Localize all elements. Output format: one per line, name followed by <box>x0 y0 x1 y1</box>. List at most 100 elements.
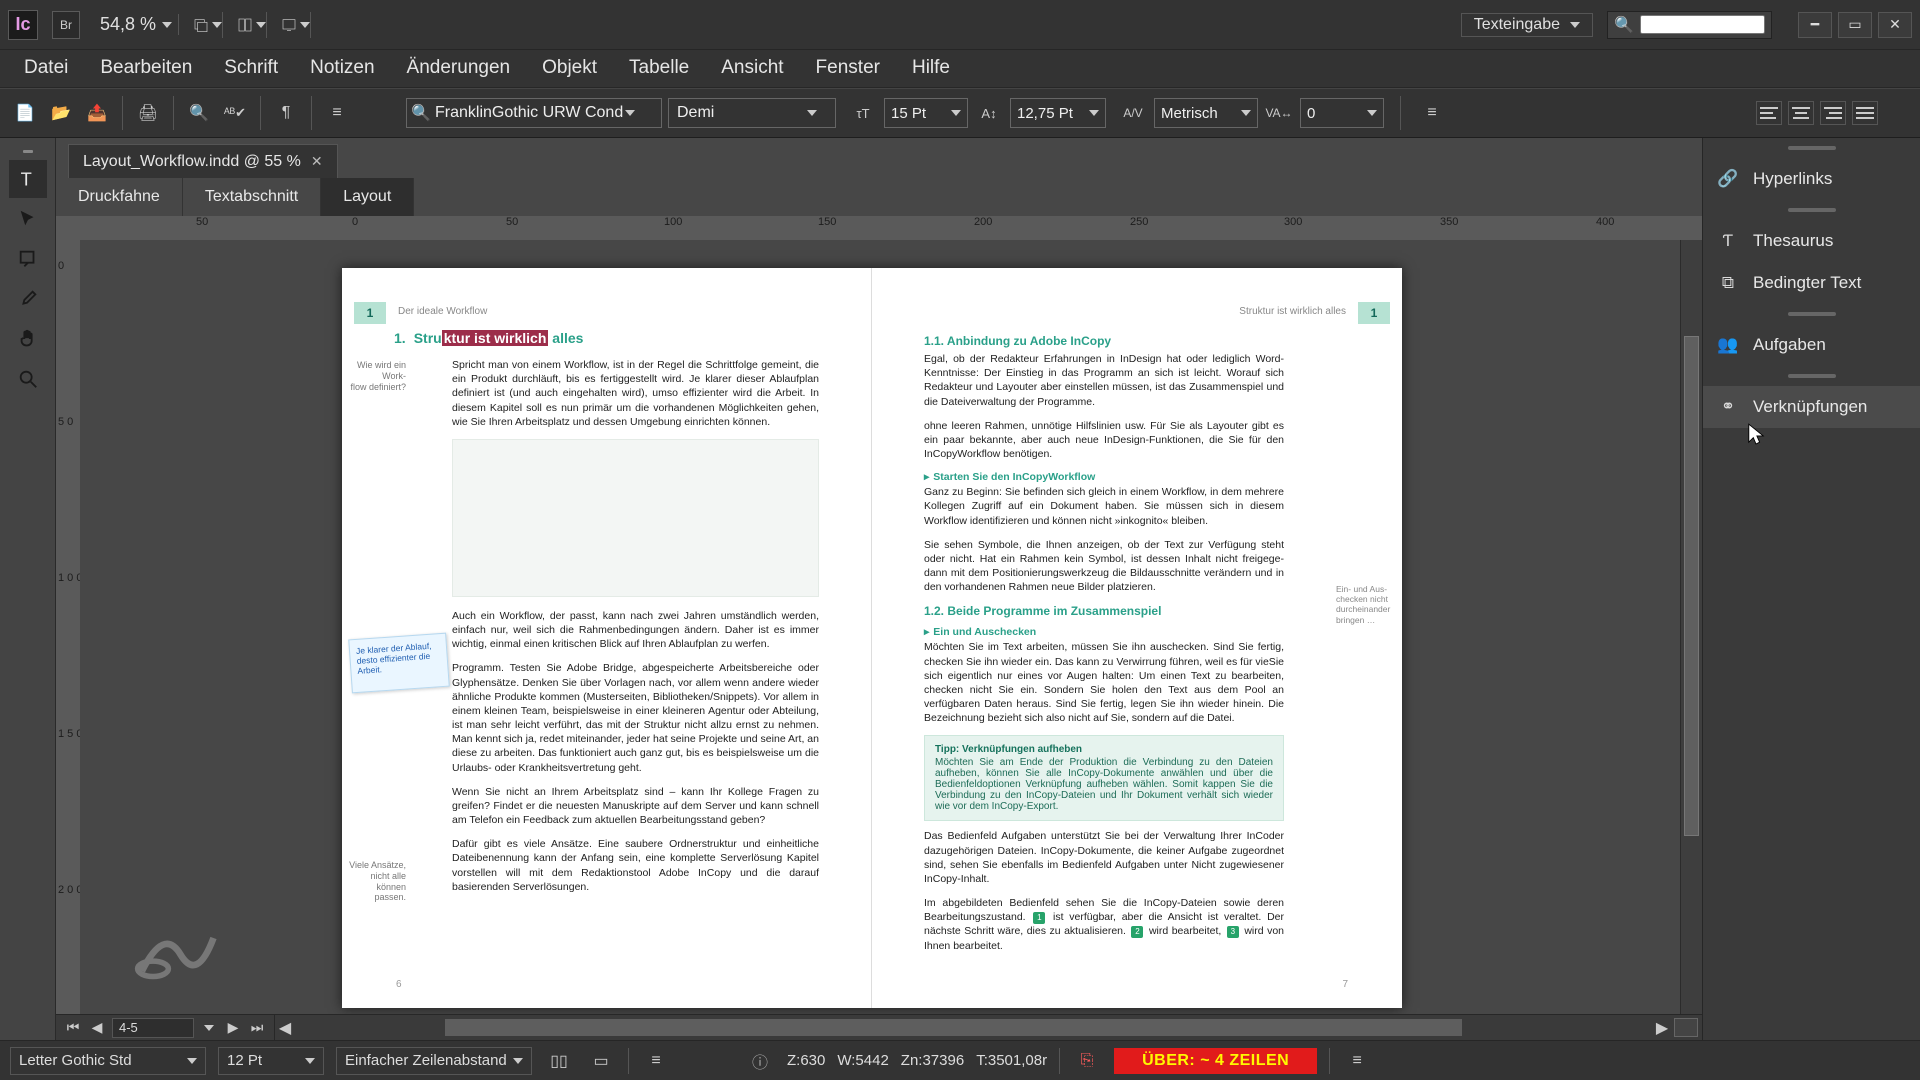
menu-tabelle[interactable]: Tabelle <box>613 49 705 87</box>
scrollbar-thumb[interactable] <box>445 1019 1462 1036</box>
body-paragraph[interactable]: Spricht man von einem Workflow, ist in d… <box>452 358 819 429</box>
status-menu-button[interactable]: ≡ <box>641 1046 671 1076</box>
panel-bedingter-text[interactable]: ⧉ Bedingter Text <box>1703 262 1920 304</box>
panel-thesaurus[interactable]: Ƭ Thesaurus <box>1703 220 1920 262</box>
menu-ansicht[interactable]: Ansicht <box>705 49 799 87</box>
panel-aufgaben[interactable]: 👥 Aufgaben <box>1703 324 1920 366</box>
spellcheck-button[interactable]: ᴬᴮ✔ <box>220 98 250 128</box>
columns-icon[interactable]: ▯▯ <box>544 1046 574 1076</box>
status-font-select[interactable]: Letter Gothic Std <box>10 1047 206 1075</box>
status-menu-button-2[interactable]: ≡ <box>1342 1046 1372 1076</box>
document-viewport[interactable]: 1 Der ideale Workflow 1.Struktur ist wir… <box>80 240 1680 1014</box>
body-paragraph[interactable]: Programm. Testen Sie Adobe Bridge, abges… <box>452 661 819 774</box>
menu-objekt[interactable]: Objekt <box>526 49 613 87</box>
heading-2[interactable]: 1.1. Anbindung zu Adobe InCopy <box>924 334 1350 348</box>
document-tab[interactable]: Layout_Workflow.indd @ 55 % ✕ <box>68 144 338 178</box>
split-view-button[interactable] <box>1674 1018 1698 1037</box>
type-tool[interactable]: T <box>9 160 47 198</box>
zoom-level-select[interactable]: 54,8 % <box>94 14 179 35</box>
font-family-field[interactable]: 🔍 <box>406 98 662 128</box>
body-paragraph[interactable]: Möchten Sie im Text arbeiten, müssen Sie… <box>924 640 1284 725</box>
window-close-button[interactable]: ✕ <box>1878 12 1912 38</box>
zoom-tool[interactable] <box>9 360 47 398</box>
panel-menu-button-2[interactable]: ≡ <box>1417 98 1447 128</box>
align-right-button[interactable] <box>1820 101 1846 125</box>
open-button[interactable]: 📂 <box>46 98 76 128</box>
align-left-button[interactable] <box>1756 101 1782 125</box>
body-paragraph[interactable]: Dafür gibt es viele Ansätze. Eine sauber… <box>452 837 819 894</box>
menu-datei[interactable]: Datei <box>8 49 84 87</box>
view-options-button[interactable] <box>193 12 223 38</box>
view-tab-layout[interactable]: Layout <box>321 178 414 216</box>
tip-box[interactable]: Tipp: Verknüpfungen aufheben Möchten Sie… <box>924 735 1284 821</box>
next-spread-button[interactable]: ▶ <box>224 1019 242 1037</box>
body-paragraph[interactable]: Auch ein Workflow, der passt, kann nach … <box>452 609 819 652</box>
page-dropdown-button[interactable] <box>200 1019 218 1037</box>
vertical-scrollbar[interactable] <box>1680 240 1702 1014</box>
find-button[interactable]: 🔍 <box>184 98 214 128</box>
sticky-note[interactable]: Je klarer der Ablauf, desto effizienter … <box>348 633 450 694</box>
panel-verknuepfungen[interactable]: ⚭ Verknüpfungen <box>1703 386 1920 428</box>
font-family-input[interactable] <box>435 104 625 122</box>
show-hidden-chars-button[interactable]: ¶ <box>271 98 301 128</box>
body-paragraph[interactable]: Egal, ob der Redakteur Erfahrungen in In… <box>924 352 1284 409</box>
body-paragraph[interactable]: Wenn Sie nicht an Ihrem Arbeitsplatz sin… <box>452 785 819 828</box>
save-button[interactable]: 📤 <box>82 98 112 128</box>
menu-bearbeiten[interactable]: Bearbeiten <box>84 49 208 87</box>
heading-3[interactable]: ▸Ein und Auschecken <box>924 626 1350 638</box>
last-spread-button[interactable]: ⏭ <box>248 1019 266 1037</box>
workspace-switcher[interactable]: Texteingabe <box>1461 13 1593 37</box>
selection-tool[interactable] <box>9 200 47 238</box>
menu-fenster[interactable]: Fenster <box>800 49 896 87</box>
panel-hyperlinks[interactable]: 🔗 Hyperlinks <box>1703 158 1920 200</box>
scrollbar-thumb[interactable] <box>1684 336 1699 836</box>
status-spacing-select[interactable]: Einfacher Zeilenabstand <box>336 1047 532 1075</box>
body-paragraph[interactable]: Ganz zu Beginn: Sie befinden sich gleich… <box>924 485 1284 528</box>
horizontal-ruler[interactable]: 50 0 50 100 150 200 250 300 350 400 <box>56 216 1702 240</box>
hand-tool[interactable] <box>9 320 47 358</box>
heading-1[interactable]: 1.Struktur ist wirklich alles <box>394 330 819 346</box>
font-size-field[interactable]: 15 Pt <box>884 98 968 128</box>
menu-notizen[interactable]: Notizen <box>294 49 390 87</box>
view-tab-druckfahne[interactable]: Druckfahne <box>56 178 183 216</box>
leading-field[interactable]: 12,75 Pt <box>1010 98 1106 128</box>
body-paragraph[interactable]: Sie sehen Symbole, die Ihnen anzeigen, o… <box>924 538 1284 595</box>
panel-menu-button-1[interactable]: ≡ <box>322 98 352 128</box>
help-search-input[interactable]: 🔍 <box>1607 11 1772 39</box>
bridge-button[interactable]: Br <box>52 11 80 39</box>
kerning-field[interactable]: Metrisch <box>1154 98 1258 128</box>
print-button[interactable]: 🖨 <box>133 98 163 128</box>
new-button[interactable]: 📄 <box>10 98 40 128</box>
menu-aenderungen[interactable]: Änderungen <box>391 49 527 87</box>
note-tool[interactable] <box>9 240 47 278</box>
prev-spread-button[interactable]: ◀ <box>88 1019 106 1037</box>
font-style-input[interactable] <box>669 104 807 122</box>
arrange-documents-button[interactable] <box>237 12 267 38</box>
heading-2[interactable]: 1.2. Beide Programme im Zusammenspiel <box>924 604 1350 618</box>
align-justify-button[interactable] <box>1852 101 1878 125</box>
horizontal-scrollbar[interactable]: ◀ ▶ <box>274 1015 1702 1040</box>
scroll-right-arrow[interactable]: ▶ <box>1652 1015 1672 1040</box>
close-tab-button[interactable]: ✕ <box>311 153 323 170</box>
align-center-button[interactable] <box>1788 101 1814 125</box>
overset-indicator[interactable]: ÜBER: ~ 4 ZEILEN <box>1114 1048 1317 1074</box>
font-style-field[interactable] <box>668 98 836 128</box>
body-paragraph[interactable]: ohne leeren Rahmen, unnötige Hilfslinien… <box>924 419 1284 462</box>
first-spread-button[interactable]: ⏮ <box>64 1019 82 1037</box>
scroll-left-arrow[interactable]: ◀ <box>275 1015 295 1040</box>
body-paragraph[interactable]: Das Bedienfeld Aufgaben unterstützt Sie … <box>924 829 1284 886</box>
page-icon[interactable]: ▭ <box>586 1046 616 1076</box>
body-paragraph[interactable]: Im abgebildeten Bedienfeld sehen Sie die… <box>924 896 1284 953</box>
tracking-field[interactable]: 0 <box>1300 98 1384 128</box>
eyedropper-tool[interactable] <box>9 280 47 318</box>
menu-schrift[interactable]: Schrift <box>208 49 294 87</box>
window-maximize-button[interactable]: ▭ <box>1838 12 1872 38</box>
heading-3[interactable]: ▸Starten Sie den InCopyWorkflow <box>924 471 1350 483</box>
menu-hilfe[interactable]: Hilfe <box>896 49 966 87</box>
page-number-field[interactable]: 4-5 <box>112 1018 194 1038</box>
view-tab-textabschnitt[interactable]: Textabschnitt <box>183 178 321 216</box>
help-search-field[interactable] <box>1640 15 1765 34</box>
status-size-select[interactable]: 12 Pt <box>218 1047 324 1075</box>
vertical-ruler[interactable]: 0 5 0 1 0 0 1 5 0 2 0 0 <box>56 240 80 1014</box>
window-minimize-button[interactable]: ━ <box>1798 12 1832 38</box>
